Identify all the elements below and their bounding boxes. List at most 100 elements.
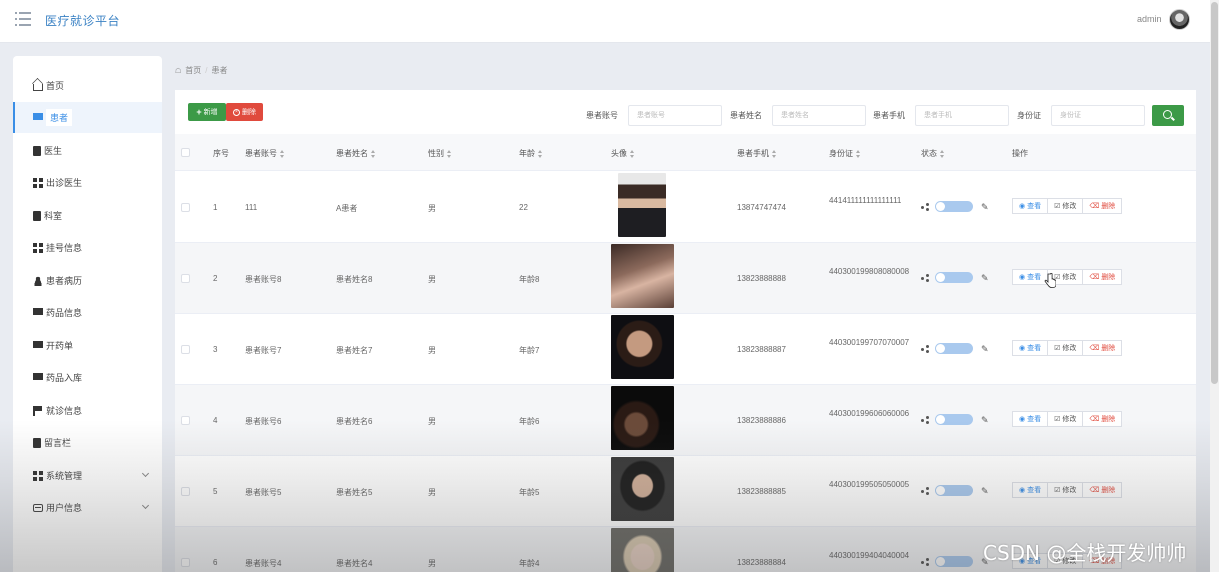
avatar-photo[interactable]	[611, 315, 674, 379]
table-row[interactable]: 2 患者账号8 患者姓名8 男 年龄8 13823888888 44030019980808…	[175, 243, 1196, 314]
select-all-checkbox[interactable]	[181, 148, 190, 157]
delete-button[interactable]: ⌫ 删除	[1083, 411, 1123, 427]
column-header-idcard[interactable]: 身份证	[829, 148, 861, 159]
sort-icon[interactable]	[371, 149, 376, 158]
sidebar-item-drug-stock-in[interactable]: 药品入库	[13, 362, 162, 393]
share-icon[interactable]	[921, 487, 929, 495]
status-toggle[interactable]	[935, 485, 973, 496]
sidebar-item-messages[interactable]: 留言栏	[13, 427, 162, 458]
view-button[interactable]: ◉ 查看	[1012, 482, 1049, 498]
delete-button[interactable]: ⌫ 删除	[1083, 340, 1123, 356]
status-toggle[interactable]	[935, 556, 973, 567]
view-button[interactable]: ◉ 查看	[1012, 340, 1049, 356]
sidebar-item-patients[interactable]: 患者	[13, 102, 162, 133]
search-phone-input[interactable]	[915, 105, 1009, 126]
status-toggle[interactable]	[935, 414, 973, 425]
delete-button[interactable]: ⌫ 删除	[1083, 482, 1123, 498]
edit-pencil-icon[interactable]: ✎	[981, 415, 989, 426]
user-name[interactable]: admin	[1137, 14, 1162, 24]
search-account-input[interactable]	[628, 105, 722, 126]
avatar-photo[interactable]	[611, 528, 674, 572]
column-header-avatar[interactable]: 头像	[611, 148, 635, 159]
sidebar-item-user-info[interactable]: 用户信息	[13, 492, 162, 523]
row-checkbox[interactable]	[181, 416, 190, 425]
edit-button[interactable]: ☑ 修改	[1048, 411, 1084, 427]
sort-icon[interactable]	[630, 149, 635, 158]
sidebar-item-drug-info[interactable]: 药品信息	[13, 297, 162, 328]
menu-toggle-icon[interactable]	[15, 12, 31, 26]
edit-pencil-icon[interactable]: ✎	[981, 273, 989, 284]
share-icon[interactable]	[921, 274, 929, 282]
status-toggle[interactable]	[935, 272, 973, 283]
sort-icon[interactable]	[772, 149, 777, 158]
sidebar-item-label: 医生	[44, 146, 63, 156]
trash-icon: ⌫	[1089, 416, 1100, 423]
sidebar-item-departments[interactable]: 科室	[13, 200, 162, 231]
sort-icon[interactable]	[940, 149, 945, 158]
avatar[interactable]	[1169, 9, 1190, 30]
sort-icon[interactable]	[538, 149, 543, 158]
row-checkbox[interactable]	[181, 203, 190, 212]
column-header-phone[interactable]: 患者手机	[737, 148, 777, 159]
search-idcard-input[interactable]	[1051, 105, 1145, 126]
sort-icon[interactable]	[856, 149, 861, 158]
sidebar-item-visiting-doctors[interactable]: 出诊医生	[13, 167, 162, 198]
status-toggle[interactable]	[935, 343, 973, 354]
avatar-photo[interactable]	[611, 457, 674, 521]
column-header-status[interactable]: 状态	[921, 148, 945, 159]
edit-pencil-icon[interactable]: ✎	[981, 202, 989, 213]
edit-button[interactable]: ☑ 修改	[1048, 340, 1084, 356]
table-row[interactable]: 4 患者账号6 患者姓名6 男 年龄6 13823888886 44030019960606…	[175, 385, 1196, 456]
batch-delete-button[interactable]: × 删除	[226, 103, 263, 121]
row-checkbox[interactable]	[181, 487, 190, 496]
sidebar-item-medical-records[interactable]: 患者病历	[13, 265, 162, 296]
column-header-account[interactable]: 患者账号	[245, 148, 285, 159]
delete-button[interactable]: ⌫ 删除	[1083, 198, 1123, 214]
search-name-input[interactable]	[772, 105, 866, 126]
sidebar-item-doctors[interactable]: 医生	[13, 135, 162, 166]
status-toggle[interactable]	[935, 201, 973, 212]
watermark: CSDN @全栈开发帅帅	[983, 541, 1187, 565]
grid-icon	[33, 242, 43, 253]
breadcrumb-home[interactable]: 首页	[185, 65, 201, 76]
sort-icon[interactable]	[280, 149, 285, 158]
view-button-label: 查看	[1027, 416, 1042, 423]
share-icon[interactable]	[921, 345, 929, 353]
sidebar-item-system-management[interactable]: 系统管理	[13, 460, 162, 491]
edit-button[interactable]: ☑ 修改	[1048, 198, 1084, 214]
sidebar-item-label: 就诊信息	[46, 406, 83, 416]
column-header-gender[interactable]: 性别	[428, 148, 452, 159]
table-row[interactable]: 5 患者账号5 患者姓名5 男 年龄5 13823888885 44030019950505…	[175, 456, 1196, 527]
table-row[interactable]: 3 患者账号7 患者姓名7 男 年龄7 13823888887 44030019970707…	[175, 314, 1196, 385]
table-row[interactable]: 1 111 A患者男 22 13874747474 441411111111111111 ✎…	[175, 172, 1196, 243]
column-header-name[interactable]: 患者姓名	[336, 148, 376, 159]
row-checkbox[interactable]	[181, 274, 190, 283]
share-icon[interactable]	[921, 416, 929, 424]
edit-button[interactable]: ☑ 修改	[1048, 482, 1084, 498]
view-button[interactable]: ◉ 查看	[1012, 198, 1049, 214]
sort-icon[interactable]	[447, 149, 452, 158]
scrollbar-thumb[interactable]	[1211, 2, 1218, 384]
sidebar-item-home[interactable]: 首页	[13, 70, 162, 101]
view-button[interactable]: ◉ 查看	[1012, 269, 1049, 285]
add-button[interactable]: + 新增	[188, 103, 226, 121]
avatar-photo[interactable]	[611, 386, 674, 450]
view-button[interactable]: ◉ 查看	[1012, 411, 1049, 427]
search-button[interactable]	[1152, 105, 1184, 126]
edit-pencil-icon[interactable]: ✎	[981, 344, 989, 355]
page-scrollbar[interactable]	[1210, 0, 1219, 572]
sidebar-item-visits[interactable]: 就诊信息	[13, 395, 162, 426]
trash-icon: ⌫	[1089, 203, 1100, 210]
delete-button[interactable]: ⌫ 删除	[1083, 269, 1123, 285]
row-checkbox[interactable]	[181, 345, 190, 354]
edit-pencil-icon[interactable]: ✎	[981, 486, 989, 497]
cell-phone: 13823888884	[737, 558, 786, 567]
avatar-photo[interactable]	[618, 173, 666, 237]
column-header-age[interactable]: 年龄	[519, 148, 543, 159]
sidebar-item-registration[interactable]: 挂号信息	[13, 232, 162, 263]
sidebar-item-prescriptions[interactable]: 开药单	[13, 330, 162, 361]
share-icon[interactable]	[921, 203, 929, 211]
share-icon[interactable]	[921, 558, 929, 566]
avatar-photo[interactable]	[611, 244, 674, 308]
row-checkbox[interactable]	[181, 558, 190, 567]
